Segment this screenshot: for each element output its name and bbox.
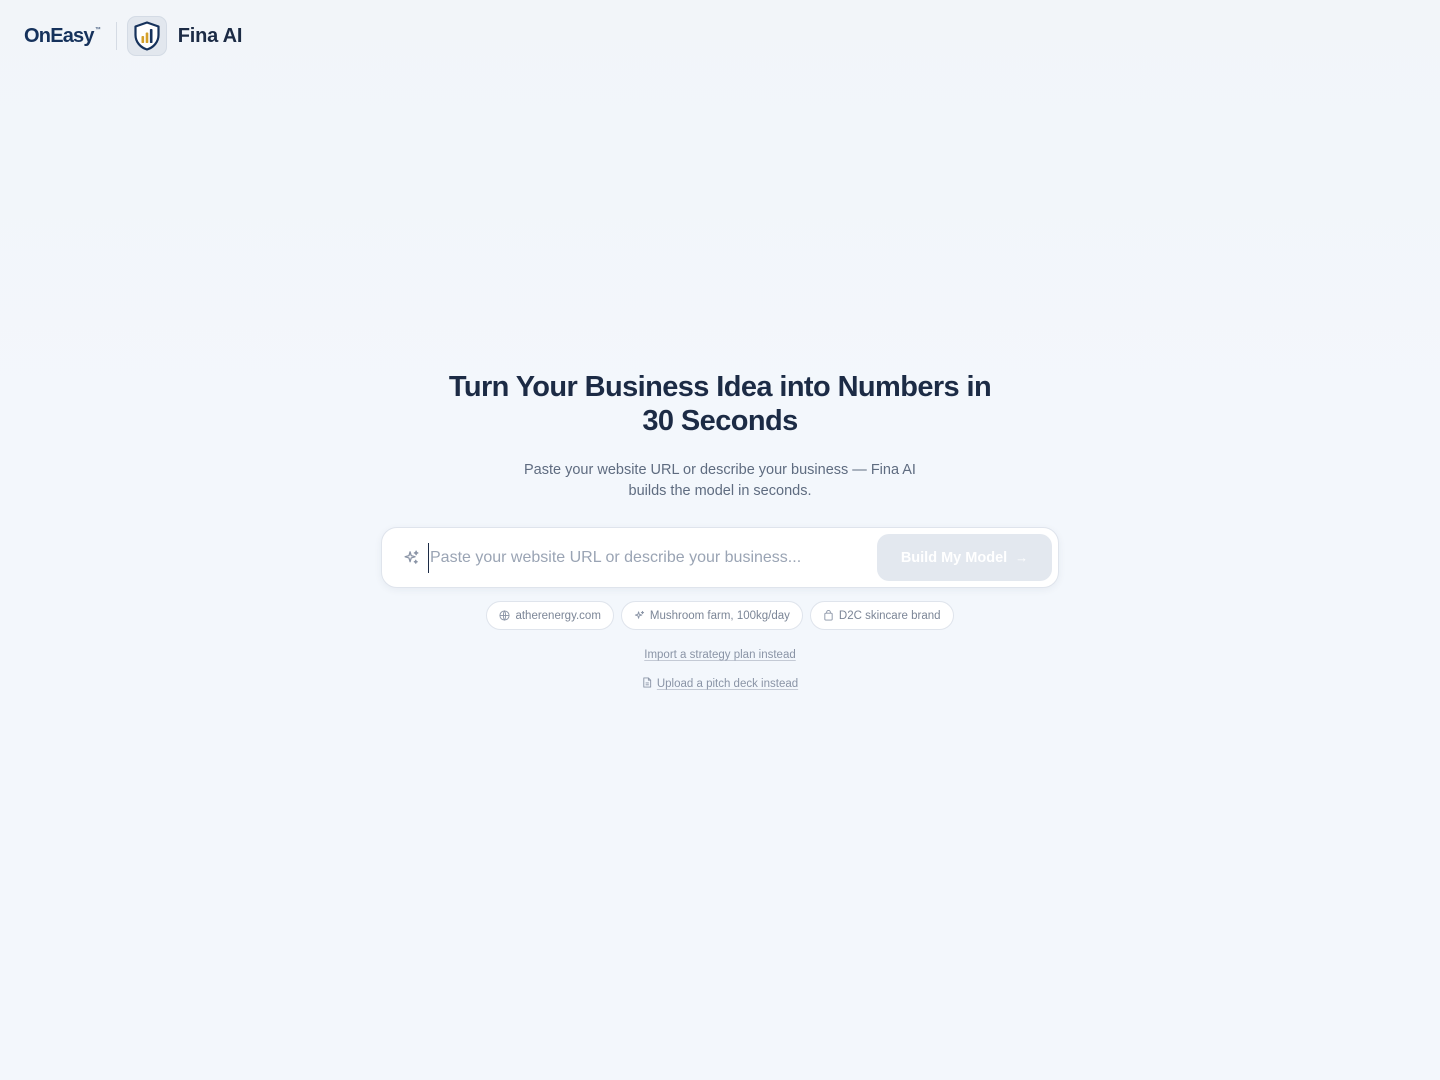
chip-label: Mushroom farm, 100kg/day xyxy=(649,609,790,622)
chip-label: atherenergy.com xyxy=(515,609,601,622)
example-chips: atherenergy.com Mushroom farm, 100kg/day… xyxy=(486,601,954,630)
app-header: On Easy ™ Fina AI xyxy=(24,16,242,56)
arrow-right-icon: → xyxy=(1015,550,1029,565)
sparkles-icon xyxy=(402,549,420,567)
example-chip-url[interactable]: atherenergy.com xyxy=(486,601,614,630)
import-strategy-link[interactable]: Import a strategy plan instead xyxy=(644,649,796,661)
upload-pitch-deck-link[interactable]: Upload a pitch deck instead xyxy=(642,677,798,691)
header-divider xyxy=(115,22,117,50)
example-chip-description[interactable]: Mushroom farm, 100kg/day xyxy=(620,601,803,630)
build-button-label: Build My Model xyxy=(900,549,1008,566)
build-my-model-button[interactable]: Build My Model → xyxy=(877,534,1052,581)
brand-on-text: On xyxy=(24,24,51,47)
brand-trademark: ™ xyxy=(94,26,101,33)
oneasy-logo[interactable]: On Easy ™ xyxy=(24,25,101,48)
shopping-bag-icon xyxy=(823,610,834,621)
globe-icon xyxy=(499,610,510,621)
example-chip-brand[interactable]: D2C skincare brand xyxy=(809,601,954,630)
brand-easy-text: Easy xyxy=(50,24,94,47)
fina-shield-logo-icon[interactable] xyxy=(126,16,167,56)
upload-pitch-deck-label: Upload a pitch deck instead xyxy=(656,678,799,690)
business-input[interactable] xyxy=(428,542,877,573)
hero-title: Turn Your Business Idea into Numbers in … xyxy=(448,371,992,437)
file-icon xyxy=(642,677,652,691)
sparkles-icon xyxy=(634,610,645,621)
hero-section: Turn Your Business Idea into Numbers in … xyxy=(0,370,1440,691)
hero-subtitle: Paste your website URL or describe your … xyxy=(524,462,916,499)
app-title: Fina AI xyxy=(177,24,243,47)
chip-label: D2C skincare brand xyxy=(838,609,941,622)
business-input-card: Build My Model → xyxy=(381,527,1059,588)
